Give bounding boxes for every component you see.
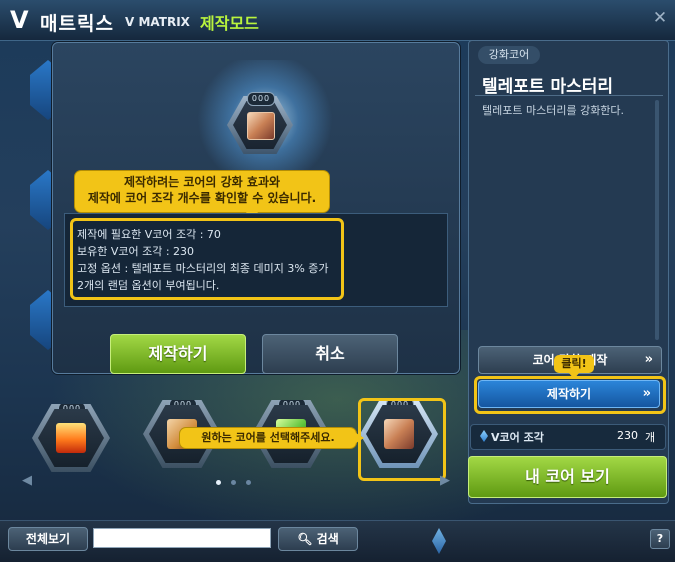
close-button[interactable]: ✕ bbox=[651, 9, 669, 27]
owned-shards: 보유한 V코어 조각 : 230 bbox=[77, 245, 195, 258]
shard-label: V코어 조각 bbox=[491, 431, 544, 444]
core-description: 텔레포트 마스터리를 강화한다. bbox=[482, 104, 625, 117]
shard-unit: 개 bbox=[645, 431, 656, 444]
tooltip-line: 제작하려는 코어의 강화 효과와 bbox=[123, 175, 281, 189]
select-core-tooltip: 원하는 코어를 선택해주세요. bbox=[180, 428, 364, 448]
cancel-button[interactable]: 취소 bbox=[262, 334, 398, 374]
search-button[interactable]: 🔍︎ 검색 bbox=[278, 527, 358, 551]
window-title-en: V MATRIX bbox=[125, 15, 190, 29]
fire-icon bbox=[56, 423, 86, 453]
core-type-tag: 강화코어 bbox=[478, 46, 540, 64]
craft-button-highlight bbox=[474, 376, 666, 414]
title-v: V bbox=[10, 6, 29, 34]
craft-button[interactable]: 제작하기 bbox=[110, 334, 246, 374]
scrollbar[interactable] bbox=[655, 100, 659, 340]
next-page-icon[interactable]: ▶ bbox=[440, 473, 450, 488]
view-all-button[interactable]: 전체보기 bbox=[8, 527, 88, 551]
mode-label: 제작모드 bbox=[200, 14, 259, 33]
shard-count: 230 bbox=[617, 429, 638, 442]
my-cores-button[interactable]: 내 코어 보기 bbox=[468, 456, 667, 498]
help-button[interactable]: ? bbox=[650, 529, 670, 549]
core-level: 000 bbox=[247, 92, 275, 106]
random-option-note: 2개의 랜덤 옵션이 부여됩니다. bbox=[77, 279, 220, 292]
tooltip-line: 제작에 코어 조각 개수를 확인할 수 있습니다. bbox=[87, 191, 317, 205]
page-dot[interactable] bbox=[246, 480, 251, 485]
search-label: 검색 bbox=[316, 532, 339, 546]
page-dot-active[interactable] bbox=[216, 480, 221, 485]
page-dot[interactable] bbox=[231, 480, 236, 485]
chevron-right-icon: » bbox=[644, 352, 653, 367]
teleport-mastery-icon bbox=[247, 112, 275, 140]
required-shards: 제작에 필요한 V코어 조각 : 70 bbox=[77, 228, 221, 241]
fixed-option: 고정 옵션 : 텔레포트 마스터리의 최종 데미지 3% 증가 bbox=[77, 262, 329, 275]
click-tooltip: 클릭! bbox=[554, 355, 594, 379]
search-input[interactable] bbox=[93, 528, 271, 548]
search-icon: 🔍︎ bbox=[297, 532, 313, 546]
core-name: 텔레포트 마스터리 bbox=[482, 77, 614, 97]
window-title: 매트릭스 bbox=[40, 13, 114, 35]
prev-page-icon[interactable]: ◀ bbox=[22, 473, 32, 488]
selected-core-highlight bbox=[358, 398, 446, 481]
info-tooltip: 제작하려는 코어의 강화 효과와 제작에 코어 조각 개수를 확인할 수 있습니… bbox=[75, 171, 329, 219]
divider bbox=[475, 95, 663, 96]
